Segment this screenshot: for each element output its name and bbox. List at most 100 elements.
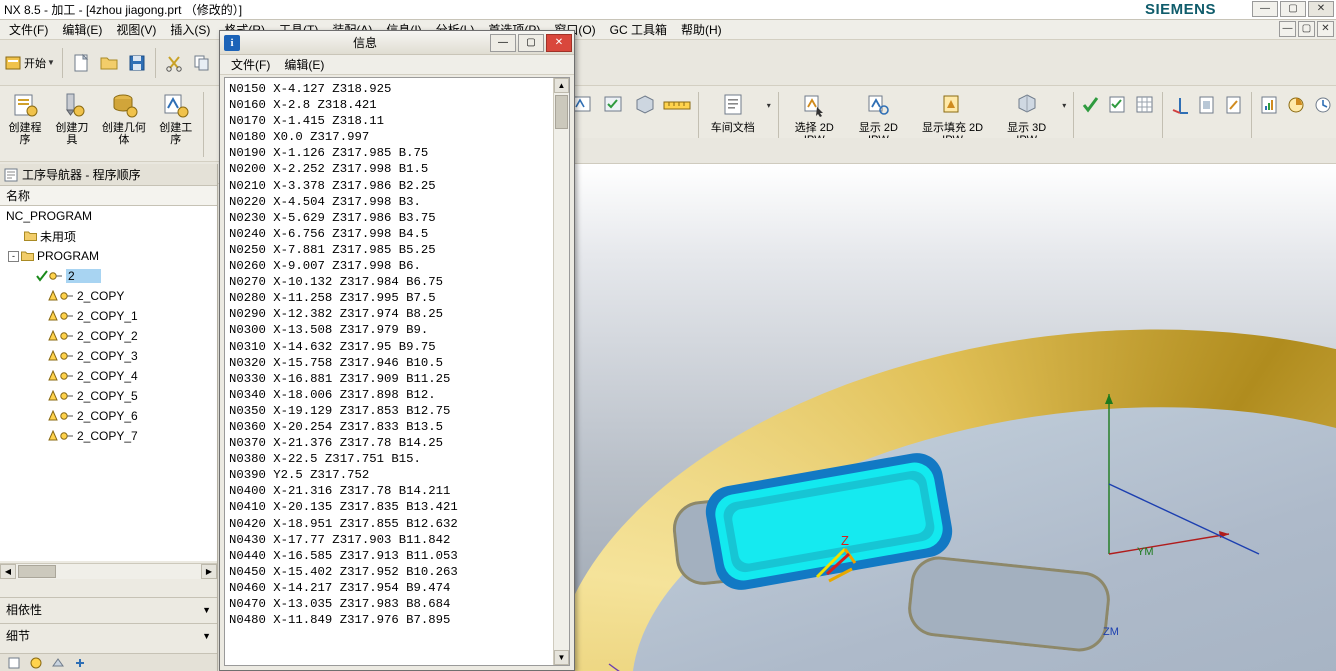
tree-row-program[interactable]: - PROGRAM xyxy=(0,246,217,266)
dialog-title: 信息 xyxy=(352,36,377,50)
navigator-horizontal-scrollbar[interactable]: ◀ ▶ xyxy=(0,563,217,579)
scissors-icon[interactable] xyxy=(161,50,187,76)
doc-minimize-button[interactable]: — xyxy=(1279,21,1296,37)
window-close-button[interactable]: ✕ xyxy=(1308,1,1334,17)
dialog-menu-file[interactable]: 文件(F) xyxy=(224,55,277,74)
warning-icon xyxy=(48,430,58,441)
operation-tree[interactable]: NC_PROGRAM 未用项 - PROGRAM 2 2_COPY 2_COPY… xyxy=(0,206,217,561)
nx-application-window: NX 8.5 - 加工 - [4zhou jiagong.prt （修改的）] … xyxy=(0,0,1336,671)
tree-row-operation-copy-7[interactable]: 2_COPY_7 xyxy=(0,426,217,446)
chevron-down-icon[interactable]: ▼ xyxy=(202,605,211,615)
tree-row-operation-copy-6[interactable]: 2_COPY_6 xyxy=(0,406,217,426)
status-icon-2 xyxy=(30,657,42,668)
tree-row-operation-copy-3[interactable]: 2_COPY_3 xyxy=(0,346,217,366)
document-window-controls: — ▢ ✕ xyxy=(1279,21,1334,37)
tree-row-operation-copy-5[interactable]: 2_COPY_5 xyxy=(0,386,217,406)
list-check-icon xyxy=(1107,90,1129,120)
tree-row-operation-copy-1[interactable]: 2_COPY_1 xyxy=(0,306,217,326)
warning-icon xyxy=(48,390,58,401)
dialog-maximize-button[interactable]: ▢ xyxy=(518,33,544,52)
ribbon-separator xyxy=(202,92,204,157)
section-details[interactable]: 细节 ▼ xyxy=(0,623,217,647)
dialog-vertical-scrollbar[interactable]: ▲ ▼ xyxy=(553,78,569,665)
scroll-down-button[interactable]: ▼ xyxy=(554,650,569,665)
scroll-thumb[interactable] xyxy=(555,95,568,129)
ribbon-create-program[interactable]: 创建程序 xyxy=(2,88,48,146)
clock-icon xyxy=(1312,90,1334,120)
operation-icon xyxy=(49,272,62,280)
tree-row-nc-program[interactable]: NC_PROGRAM xyxy=(0,206,217,226)
chevron-down-icon[interactable]: ▾ xyxy=(1062,101,1066,110)
ribbon-create-geometry[interactable]: 创建几何体 xyxy=(96,88,152,146)
ribbon-part1[interactable] xyxy=(1194,88,1220,120)
save-disk-icon[interactable] xyxy=(124,50,150,76)
ribbon-axis[interactable] xyxy=(1167,88,1193,120)
ribbon-part2[interactable] xyxy=(1221,88,1247,120)
scroll-up-button[interactable]: ▲ xyxy=(554,78,569,93)
show-3d-ipw-icon xyxy=(1014,90,1040,120)
tree-row-operation-copy[interactable]: 2_COPY xyxy=(0,286,217,306)
ribbon-misc-3[interactable] xyxy=(630,88,660,120)
operation-icon xyxy=(60,412,73,420)
ribbon-dropdown-1[interactable]: ▾ xyxy=(764,88,774,120)
chevron-down-icon[interactable]: ▼ xyxy=(202,631,211,641)
cube-icon xyxy=(633,90,657,120)
tree-label: 2_COPY_2 xyxy=(77,329,138,343)
dialog-menu-edit[interactable]: 编辑(E) xyxy=(277,55,331,74)
navigator-title: 工序导航器 - 程序顺序 xyxy=(22,168,141,182)
doc-close-button[interactable]: ✕ xyxy=(1317,21,1334,37)
section-dependencies[interactable]: 相依性 ▼ xyxy=(0,597,217,621)
ribbon-dropdown-2[interactable]: ▾ xyxy=(1059,88,1069,120)
operation-icon xyxy=(60,312,73,320)
operation-icon xyxy=(60,432,73,440)
open-folder-icon[interactable] xyxy=(96,50,122,76)
window-minimize-button[interactable]: — xyxy=(1252,1,1278,17)
create-geometry-icon xyxy=(110,90,138,120)
ribbon-create-operation[interactable]: 创建工序 xyxy=(153,88,199,146)
ribbon-check-2[interactable] xyxy=(1105,88,1131,120)
menu-item-gc-toolbox[interactable]: GC 工具箱 xyxy=(603,19,674,40)
information-dialog[interactable]: i 信息 — ▢ ✕ 文件(F) 编辑(E) N0150 X-4.127 Z31… xyxy=(219,30,575,671)
warning-icon xyxy=(48,350,58,361)
tree-expander[interactable]: - xyxy=(8,250,19,262)
menu-item-edit[interactable]: 编辑(E) xyxy=(55,19,109,40)
ribbon-check-3[interactable] xyxy=(1132,88,1158,120)
start-menu-button[interactable]: 开始 ▼ xyxy=(3,54,57,71)
chevron-down-icon[interactable]: ▾ xyxy=(767,101,771,110)
ribbon-misc-2[interactable] xyxy=(599,88,629,120)
menu-item-file[interactable]: 文件(F) xyxy=(2,19,55,40)
tree-row-unused-items[interactable]: 未用项 xyxy=(0,226,217,246)
ribbon-create-tool[interactable]: 创建刀具 xyxy=(49,88,95,146)
dialog-title-bar[interactable]: i 信息 — ▢ ✕ xyxy=(220,31,574,55)
ribbon-check-1[interactable] xyxy=(1078,88,1104,120)
create-operation-icon xyxy=(162,90,190,120)
tree-row-operation-2[interactable]: 2 xyxy=(0,266,217,286)
tree-row-operation-copy-4[interactable]: 2_COPY_4 xyxy=(0,366,217,386)
doc-restore-button[interactable]: ▢ xyxy=(1298,21,1315,37)
ribbon-misc-4[interactable] xyxy=(661,88,694,120)
menu-item-insert[interactable]: 插入(S) xyxy=(163,19,217,40)
ribbon-shop-documentation[interactable]: 车间文档 xyxy=(703,88,763,134)
ribbon-report1[interactable] xyxy=(1256,88,1282,120)
warning-icon xyxy=(48,330,58,341)
tree-label: PROGRAM xyxy=(37,249,100,263)
scroll-thumb[interactable] xyxy=(18,565,56,578)
ribbon-report2[interactable] xyxy=(1283,88,1309,120)
navigator-title-bar: 工序导航器 - 程序顺序 xyxy=(0,164,217,186)
new-document-icon[interactable] xyxy=(68,50,94,76)
copy-icon[interactable] xyxy=(189,50,215,76)
tree-label: 未用项 xyxy=(40,229,77,244)
operation-icon xyxy=(60,292,73,300)
menu-item-help[interactable]: 帮助(H) xyxy=(674,19,729,40)
scroll-left-button[interactable]: ◀ xyxy=(0,564,16,579)
ribbon-report3[interactable] xyxy=(1310,88,1336,120)
window-maximize-button[interactable]: ▢ xyxy=(1280,1,1306,17)
dialog-minimize-button[interactable]: — xyxy=(490,33,516,52)
axis-icon xyxy=(1169,90,1191,120)
dialog-close-button[interactable]: ✕ xyxy=(546,33,572,52)
title-bar: NX 8.5 - 加工 - [4zhou jiagong.prt （修改的）] … xyxy=(0,0,1336,20)
scroll-right-button[interactable]: ▶ xyxy=(201,564,217,579)
window-controls: — ▢ ✕ xyxy=(1252,1,1334,17)
tree-row-operation-copy-2[interactable]: 2_COPY_2 xyxy=(0,326,217,346)
menu-item-view[interactable]: 视图(V) xyxy=(109,19,163,40)
